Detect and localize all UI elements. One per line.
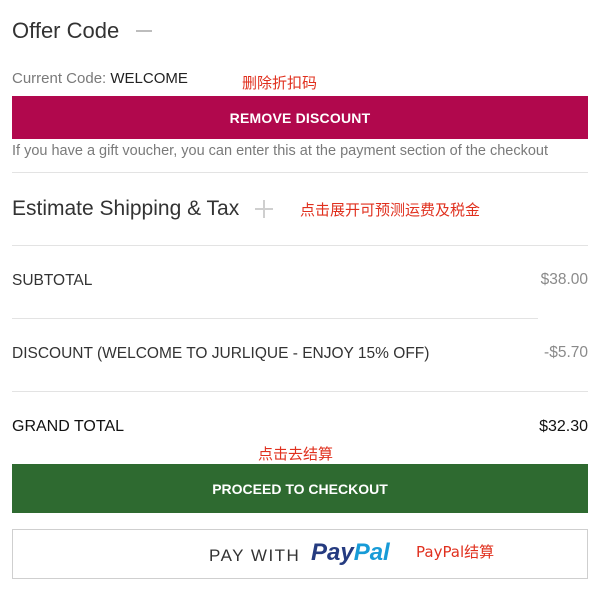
grand-total-value: $32.30 bbox=[539, 418, 588, 435]
current-code: Current Code: WELCOME bbox=[12, 70, 188, 87]
discount-label: DISCOUNT (WELCOME TO JURLIQUE - ENJOY 15… bbox=[12, 345, 430, 362]
remove-discount-button[interactable]: REMOVE DISCOUNT bbox=[12, 96, 588, 139]
paypal-button[interactable]: PAY WITH PayPal PayPal结算 bbox=[12, 529, 588, 579]
divider bbox=[12, 172, 588, 173]
paypal-logo-pal: Pal bbox=[353, 539, 390, 566]
subtotal-label: SUBTOTAL bbox=[12, 272, 93, 289]
paypal-logo: PayPal bbox=[311, 539, 390, 567]
paypal-prefix: PAY WITH bbox=[209, 546, 301, 565]
gift-voucher-note: If you have a gift voucher, you can ente… bbox=[12, 143, 549, 159]
minus-icon[interactable] bbox=[136, 30, 152, 32]
offer-code-title[interactable]: Offer Code bbox=[12, 18, 119, 44]
proceed-to-checkout-button[interactable]: PROCEED TO CHECKOUT bbox=[12, 464, 588, 513]
annotation-remove-code: 删除折扣码 bbox=[242, 74, 318, 92]
annotation-paypal-checkout: PayPal结算 bbox=[416, 543, 495, 561]
plus-icon[interactable] bbox=[255, 200, 273, 218]
discount-value: -$5.70 bbox=[544, 344, 588, 361]
paypal-logo-pay: Pay bbox=[311, 539, 354, 566]
current-code-label: Current Code: bbox=[12, 70, 107, 87]
annotation-go-checkout: 点击去结算 bbox=[258, 445, 334, 463]
divider bbox=[12, 245, 588, 246]
divider bbox=[12, 318, 538, 319]
estimate-shipping-title[interactable]: Estimate Shipping & Tax bbox=[12, 197, 239, 221]
annotation-expand-shipping: 点击展开可预测运费及税金 bbox=[300, 201, 481, 219]
divider bbox=[12, 391, 588, 392]
subtotal-value: $38.00 bbox=[540, 271, 588, 288]
grand-total-label: GRAND TOTAL bbox=[12, 418, 125, 435]
current-code-value: WELCOME bbox=[110, 70, 188, 87]
